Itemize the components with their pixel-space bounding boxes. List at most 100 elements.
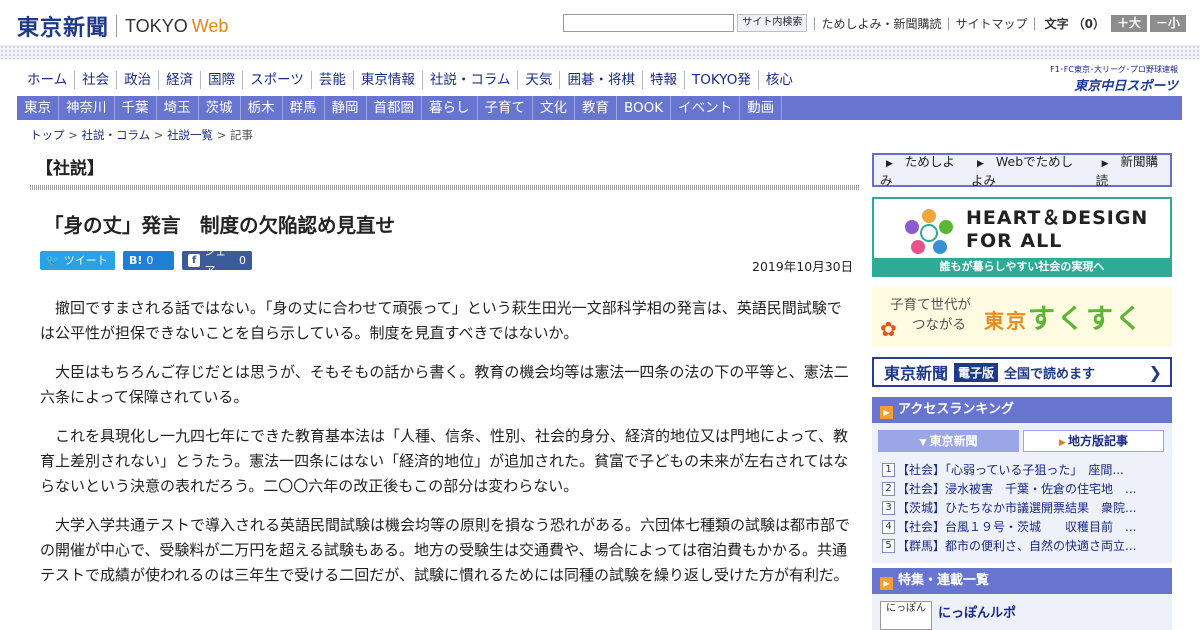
trial-links-box: ▶ ためしよみ ▶ Webでためしよみ ▶ 新聞購読 (872, 151, 1172, 189)
facebook-count: 0 (239, 254, 246, 267)
rank-link[interactable]: 【社会】「心弱っている子狙った」 座間... (897, 461, 1124, 478)
twitter-icon: 🐦 (46, 254, 60, 267)
triangle-icon: ▶ (886, 159, 893, 169)
tab-tokyo-shimbun[interactable]: ▼ 東京新聞 (878, 430, 1019, 452)
rank-number: 5 (882, 538, 895, 553)
nav-core[interactable]: 核心 (757, 71, 800, 89)
region-ibaraki[interactable]: 茨城 (199, 96, 241, 120)
region-tokyo[interactable]: 東京 (17, 96, 59, 120)
facebook-label: シェア (204, 244, 227, 277)
nav-society[interactable]: 社会 (74, 71, 116, 89)
font-larger-button[interactable]: ＋大 (1110, 14, 1147, 32)
nav-entertainment[interactable]: 芸能 (310, 71, 353, 89)
web-trial-link[interactable]: ▶ Webでためしよみ (971, 151, 1084, 189)
sukusuku-banner[interactable]: 子育て世代が つながる ✿ 東京すくすく (872, 287, 1172, 347)
divider: | (812, 16, 817, 30)
chunichi-big: 東京中日スポーツ (1074, 79, 1178, 94)
sukusuku-tagline: 子育て世代が つながる (890, 297, 971, 333)
subscribe-link[interactable]: ▶ 新聞購読 (1096, 151, 1164, 189)
rank-link[interactable]: 【社会】台風１９号・茨城 収穫目前 ... (897, 518, 1136, 535)
heart-design-banner[interactable]: HEART＆DESIGN FOR ALL 誰もが暮らしやすい社会の実現へ (872, 197, 1172, 277)
article-date: 2019年10月30日 (752, 259, 854, 274)
region-kanagawa[interactable]: 神奈川 (59, 96, 115, 120)
ranking-box: ▼ 東京新聞 ▶ 地方版記事 1 【社会】「心弱っている子狙った」 座間... 2 【社… (872, 423, 1172, 563)
feature-title-link[interactable]: にっぽんルポ (938, 602, 1016, 621)
nav-economy[interactable]: 経済 (158, 71, 200, 89)
breadcrumb-sep: > (64, 128, 82, 142)
list-item[interactable]: 1 【社会】「心弱っている子狙った」 座間... (882, 460, 1168, 479)
region-living[interactable]: 暮らし (422, 96, 478, 120)
hatena-button[interactable]: B! 0 (123, 251, 174, 270)
nav-home[interactable]: ホーム (20, 71, 74, 89)
tab-local-edition[interactable]: ▶ 地方版記事 (1023, 430, 1164, 452)
breadcrumb-list[interactable]: 社説一覧 (167, 128, 213, 142)
rank-link[interactable]: 【茨城】ひたちなか市議選開票結果 衆院... (897, 499, 1136, 516)
region-shutoken[interactable]: 首都圏 (367, 96, 422, 120)
rank-link[interactable]: 【群馬】都市の便利さ、自然の快適さ両立... (897, 537, 1136, 554)
facebook-share-button[interactable]: f シェア 0 (182, 245, 252, 277)
region-tochigi[interactable]: 栃木 (241, 96, 283, 120)
rank-number: 3 (882, 500, 895, 515)
region-saitama[interactable]: 埼玉 (157, 96, 199, 120)
nav-sports[interactable]: スポーツ (242, 71, 311, 89)
region-chiba[interactable]: 千葉 (115, 96, 157, 120)
triangle-icon: ▼ (919, 438, 927, 448)
breadcrumb-top[interactable]: トップ (30, 128, 65, 142)
breadcrumb-column[interactable]: 社説・コラム (81, 128, 150, 142)
nav-international[interactable]: 国際 (200, 71, 242, 89)
nav-tokyo-info[interactable]: 東京情報 (352, 71, 422, 89)
nav-tokyo-hatsu[interactable]: TOKYO発 (683, 71, 758, 89)
search-button[interactable]: サイト内検索 (737, 14, 808, 32)
region-parenting[interactable]: 子育て (478, 96, 533, 120)
search-input[interactable] (563, 14, 735, 32)
chunichi-small: F1･FC東京･大リーグ･プロ野球速報 (1050, 65, 1178, 74)
list-item[interactable]: 2 【社会】浸水被害 千葉・佐倉の住宅地 ... (882, 479, 1168, 498)
nav-editorial[interactable]: 社説・コラム (421, 71, 518, 89)
article-paragraph: これを具現化し一九四七年にできた教育基本法は「人種、信条、性別、社会的身分、経済… (40, 427, 849, 495)
article-title: 「身の丈」発言 制度の欠陥認め見直せ (44, 214, 396, 237)
nav-special[interactable]: 特報 (641, 71, 684, 89)
divider: | (1032, 16, 1037, 30)
nav-politics[interactable]: 政治 (116, 71, 158, 89)
main-nav: ホーム 社会 政治 経済 国際 スポーツ 芸能 東京情報 社説・コラム 天気 囲… (20, 71, 800, 89)
region-gunma[interactable]: 群馬 (283, 96, 325, 120)
tweet-button[interactable]: 🐦 ツイート (40, 251, 115, 270)
trial-read-link[interactable]: ▶ ためしよみ (880, 151, 959, 189)
nav-go-shogi[interactable]: 囲碁・将棋 (559, 71, 642, 89)
region-education[interactable]: 教育 (575, 96, 617, 120)
triangle-icon: ▶ (880, 577, 893, 590)
sitemap-link[interactable]: サイトマップ (956, 15, 1028, 32)
region-shizuoka[interactable]: 静岡 (325, 96, 367, 120)
logo-divider (116, 15, 118, 37)
chevron-right-icon: ❯ (1148, 362, 1162, 382)
article-body: 撤回ですまされる話ではない。「身の丈に合わせて頑張って」という萩生田光一文部科学… (40, 296, 852, 602)
ranking-header: ▶ アクセスランキング (872, 397, 1172, 423)
triangle-icon: ▶ (1101, 159, 1109, 169)
features-box: にっぽん にっぽんルポ (872, 594, 1172, 630)
font-size-value: （0） (1072, 16, 1105, 31)
heart-design-text: HEART＆DESIGN FOR ALL (966, 207, 1149, 252)
region-event[interactable]: イベント (671, 96, 741, 120)
trial-subscribe-link[interactable]: ためしよみ・新聞購読 (821, 15, 941, 32)
chunichi-sports-link[interactable]: F1･FC東京･大リーグ･プロ野球速報 東京中日スポーツ (1014, 64, 1178, 94)
article-paragraph: 撤回ですまされる話ではない。「身の丈に合わせて頑張って」という萩生田光一文部科学… (40, 299, 842, 342)
list-item[interactable]: 3 【茨城】ひたちなか市議選開票結果 衆院... (882, 498, 1168, 517)
list-item[interactable]: 4 【社会】台風１９号・茨城 収穫目前 ... (882, 517, 1168, 536)
section-title: 【社説】 (36, 159, 104, 179)
font-smaller-button[interactable]: －小 (1149, 14, 1186, 32)
region-culture[interactable]: 文化 (533, 96, 575, 120)
section-divider (30, 185, 860, 190)
nav-weather[interactable]: 天気 (517, 71, 559, 89)
feature-thumbnail[interactable]: にっぽん (880, 601, 932, 630)
flower-icon: ✿ (880, 317, 897, 341)
region-video[interactable]: 動画 (740, 96, 783, 120)
rank-link[interactable]: 【社会】浸水被害 千葉・佐倉の住宅地 ... (897, 480, 1136, 497)
region-book[interactable]: BOOK (617, 96, 672, 120)
site-logo[interactable]: 東京新聞 TOKYO Web (17, 10, 228, 42)
breadcrumb-sep: > (150, 128, 168, 142)
digital-edition-banner[interactable]: 東京新聞 電子版 全国で読めます ❯ (872, 357, 1172, 387)
breadcrumb-current: 記事 (230, 128, 254, 142)
facebook-icon: f (188, 254, 201, 267)
rank-number: 1 (882, 462, 895, 477)
list-item[interactable]: 5 【群馬】都市の便利さ、自然の快適さ両立... (882, 536, 1168, 555)
